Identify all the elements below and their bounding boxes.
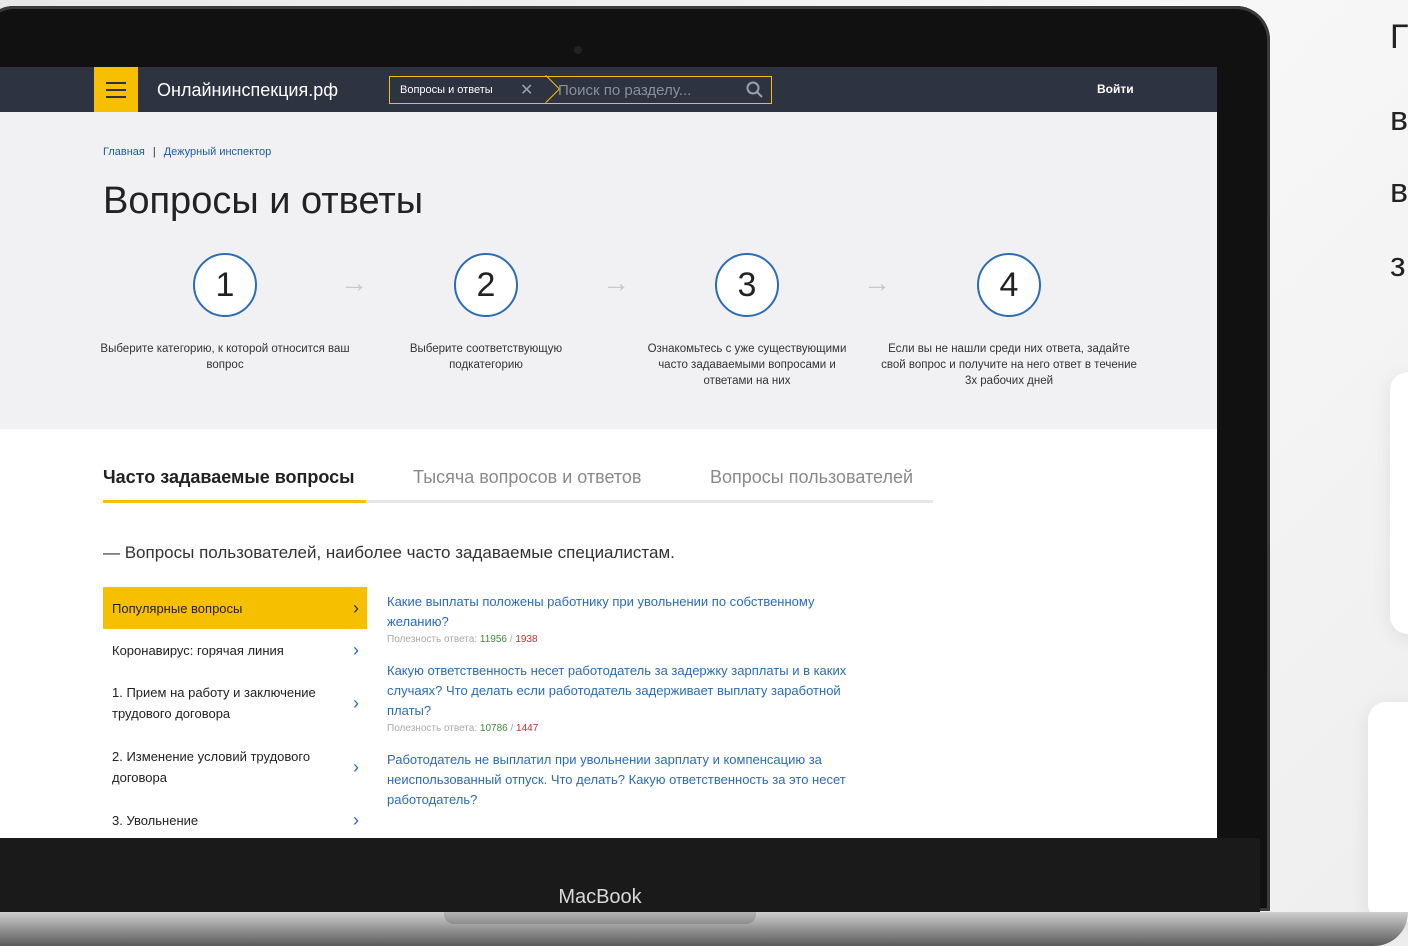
- laptop-screen: Онлайнинспекция.рф Вопросы и ответы ✕ Во…: [0, 67, 1217, 838]
- tab-faq[interactable]: Часто задаваемые вопросы: [103, 467, 355, 488]
- list-item: Какие выплаты положены работнику при уво…: [387, 592, 857, 645]
- search-icon[interactable]: [745, 80, 765, 100]
- category-item[interactable]: Популярные вопросы ›: [103, 587, 367, 629]
- breadcrumb: Главная | Дежурный инспектор: [103, 146, 272, 158]
- question-link[interactable]: Работодатель не выплатил при увольнении …: [387, 750, 857, 810]
- step-2: 2 Выберите соответствующую подкатегорию: [356, 253, 616, 373]
- site-name[interactable]: Онлайнинспекция.рф: [157, 80, 338, 101]
- search-box[interactable]: Вопросы и ответы ✕: [389, 74, 772, 104]
- side-card: [1368, 702, 1408, 922]
- close-icon[interactable]: ✕: [520, 80, 533, 100]
- question-link[interactable]: Какую ответственность несет работодатель…: [387, 661, 857, 721]
- category-label: 2. Изменение условий трудового договора: [112, 749, 311, 785]
- category-item[interactable]: 1. Прием на работу и заключение трудовог…: [103, 671, 367, 735]
- list-item: Работодатель не выплатил при увольнении …: [387, 750, 857, 810]
- category-item[interactable]: 2. Изменение условий трудового договора …: [103, 735, 367, 799]
- chevron-right-icon: ›: [353, 639, 359, 660]
- question-list: Какие выплаты положены работнику при уво…: [387, 592, 857, 810]
- side-card: [1390, 372, 1408, 634]
- menu-icon[interactable]: [94, 67, 138, 112]
- step-text: Ознакомьтесь с уже существующими часто з…: [647, 343, 847, 387]
- usefulness-label: Полезность ответа:: [387, 634, 478, 645]
- tab-thousand-questions[interactable]: Тысяча вопросов и ответов: [413, 467, 642, 488]
- step-text: Если вы не нашли среди них ответа, задай…: [881, 343, 1137, 387]
- side-letter: Г: [1390, 18, 1408, 56]
- step-1: 1 Выберите категорию, к которой относитс…: [95, 253, 355, 373]
- active-tab-indicator: [103, 500, 366, 503]
- side-letter: з: [1390, 246, 1406, 284]
- chevron-right-icon: ›: [353, 597, 359, 618]
- camera: [574, 46, 582, 54]
- category-list: Популярные вопросы › Коронавирус: горяча…: [103, 587, 367, 838]
- tab-user-questions[interactable]: Вопросы пользователей: [710, 467, 913, 488]
- category-label: 1. Прием на работу и заключение трудовог…: [112, 685, 316, 721]
- step-3: 3 Ознакомьтесь с уже существующими часто…: [617, 253, 877, 389]
- search-chip-label: Вопросы и ответы: [400, 84, 493, 96]
- laptop-notch: [444, 912, 756, 924]
- list-item: Какую ответственность несет работодатель…: [387, 661, 857, 734]
- usefulness-up: 11956: [479, 634, 507, 645]
- usefulness-down: 1447: [516, 723, 539, 734]
- section-lead: — Вопросы пользователей, наиболее часто …: [103, 543, 675, 562]
- search-input[interactable]: [558, 80, 733, 100]
- step-text: Выберите соответствующую подкатегорию: [409, 343, 563, 371]
- breadcrumb-home[interactable]: Главная: [103, 146, 145, 158]
- chevron-right-icon: ›: [353, 756, 359, 777]
- side-letter: в: [1390, 100, 1408, 138]
- step-number: 3: [715, 253, 779, 317]
- step-number: 4: [977, 253, 1041, 317]
- faq-section: Часто задаваемые вопросы Тысяча вопросов…: [0, 429, 1217, 838]
- usefulness-down: 1938: [515, 634, 538, 645]
- tabs: Часто задаваемые вопросы Тысяча вопросов…: [103, 467, 933, 503]
- category-label: Коронавирус: горячая линия: [112, 642, 284, 658]
- step-text: Выберите категорию, к которой относится …: [100, 343, 350, 371]
- usefulness-label: Полезность ответа:: [387, 723, 478, 734]
- category-item[interactable]: 3. Увольнение ›: [103, 799, 367, 838]
- category-label: 3. Увольнение: [112, 812, 199, 828]
- usefulness: Полезность ответа: 10786 / 1447: [387, 723, 539, 734]
- breadcrumb-current[interactable]: Дежурный инспектор: [164, 146, 271, 158]
- category-label: Популярные вопросы: [112, 600, 243, 616]
- login-button[interactable]: Войти: [1097, 82, 1134, 96]
- top-nav: Онлайнинспекция.рф Вопросы и ответы ✕ Во…: [0, 67, 1217, 112]
- category-item[interactable]: Коронавирус: горячая линия ›: [103, 629, 367, 671]
- chevron-right-icon: ›: [353, 692, 359, 713]
- side-letter: в: [1390, 172, 1408, 210]
- chevron-right-icon: ›: [353, 809, 359, 830]
- usefulness: Полезность ответа: 11956 / 1938: [387, 634, 538, 645]
- page-title: Вопросы и ответы: [103, 180, 424, 222]
- laptop-brand: MacBook: [558, 886, 642, 908]
- question-link[interactable]: Какие выплаты положены работнику при уво…: [387, 592, 857, 632]
- step-4: 4 Если вы не нашли среди них ответа, зад…: [879, 253, 1139, 389]
- step-number: 2: [454, 253, 518, 317]
- usefulness-up: 10786: [479, 723, 508, 734]
- step-number: 1: [193, 253, 257, 317]
